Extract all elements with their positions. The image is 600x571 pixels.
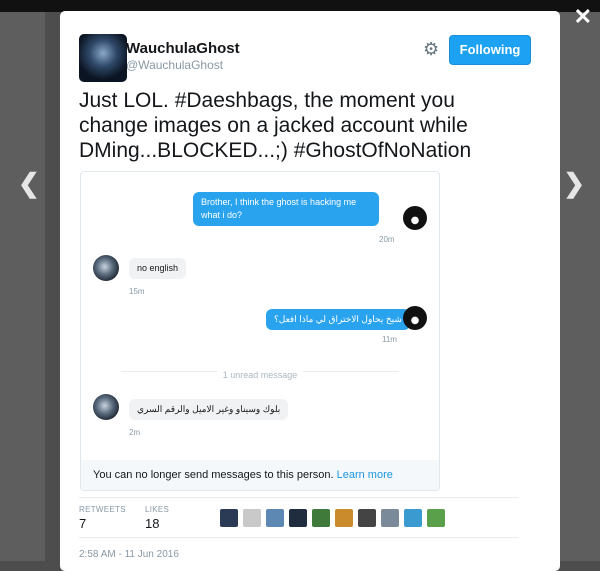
dm-time: 15m <box>129 287 145 296</box>
liker-avatar[interactable] <box>220 509 238 527</box>
retweets-label[interactable]: RETWEETS <box>79 505 126 514</box>
blocked-text: You can no longer send messages to this … <box>93 469 334 481</box>
following-button[interactable]: Following <box>449 35 531 65</box>
retweets-count[interactable]: 7 <box>79 516 86 531</box>
dm-message-outgoing: Brother, I think the ghost is hacking me… <box>193 192 379 226</box>
chevron-left-icon[interactable]: ❮ <box>18 170 40 196</box>
close-icon[interactable]: ✕ <box>574 6 592 28</box>
dm-avatar <box>93 255 119 281</box>
liker-avatar[interactable] <box>312 509 330 527</box>
dm-avatar <box>93 394 119 420</box>
author-name[interactable]: WauchulaGhost <box>126 40 240 57</box>
liker-avatar[interactable] <box>243 509 261 527</box>
author-handle[interactable]: @WauchulaGhost <box>126 58 223 72</box>
dm-avatar <box>403 306 427 330</box>
liker-avatar[interactable] <box>335 509 353 527</box>
divider <box>79 537 519 538</box>
unread-label: 1 unread message <box>216 370 304 380</box>
liker-avatar[interactable] <box>358 509 376 527</box>
likes-count[interactable]: 18 <box>145 516 159 531</box>
liker-avatar[interactable] <box>266 509 284 527</box>
dm-avatar <box>403 206 427 230</box>
liker-avatar[interactable] <box>427 509 445 527</box>
tweet-timestamp[interactable]: 2:58 AM - 11 Jun 2016 <box>79 549 179 560</box>
dm-message-incoming: no english <box>129 258 187 279</box>
dm-time: 11m <box>382 335 397 344</box>
unread-divider: 1 unread message <box>81 365 439 383</box>
dm-time: 2m <box>129 428 141 437</box>
liker-avatar[interactable] <box>381 509 399 527</box>
dm-screenshot[interactable]: Brother, I think the ghost is hacking me… <box>80 171 440 491</box>
liker-avatar[interactable] <box>289 509 307 527</box>
likes-label[interactable]: LIKES <box>145 505 169 514</box>
backdrop-right <box>555 12 600 561</box>
chevron-right-icon[interactable]: ❯ <box>563 170 585 196</box>
liker-avatar[interactable] <box>404 509 422 527</box>
dm-message-incoming: بلوك وسيناو وغير الاميل والرقم السري <box>129 399 289 420</box>
divider <box>79 497 519 498</box>
blocked-notice: You can no longer send messages to this … <box>81 460 439 490</box>
author-avatar[interactable] <box>79 34 127 82</box>
tweet-card: WauchulaGhost @WauchulaGhost ⚙ Following… <box>60 11 560 571</box>
backdrop-left <box>0 12 45 561</box>
dm-time: 20m <box>379 235 395 244</box>
gear-icon[interactable]: ⚙ <box>423 39 439 60</box>
dm-message-outgoing: شيخ يحاول الاختراق لي ماذا افعل؟ <box>266 309 410 330</box>
learn-more-link[interactable]: Learn more <box>337 469 393 481</box>
tweet-text: Just LOL. #Daeshbags, the moment you cha… <box>79 89 472 162</box>
